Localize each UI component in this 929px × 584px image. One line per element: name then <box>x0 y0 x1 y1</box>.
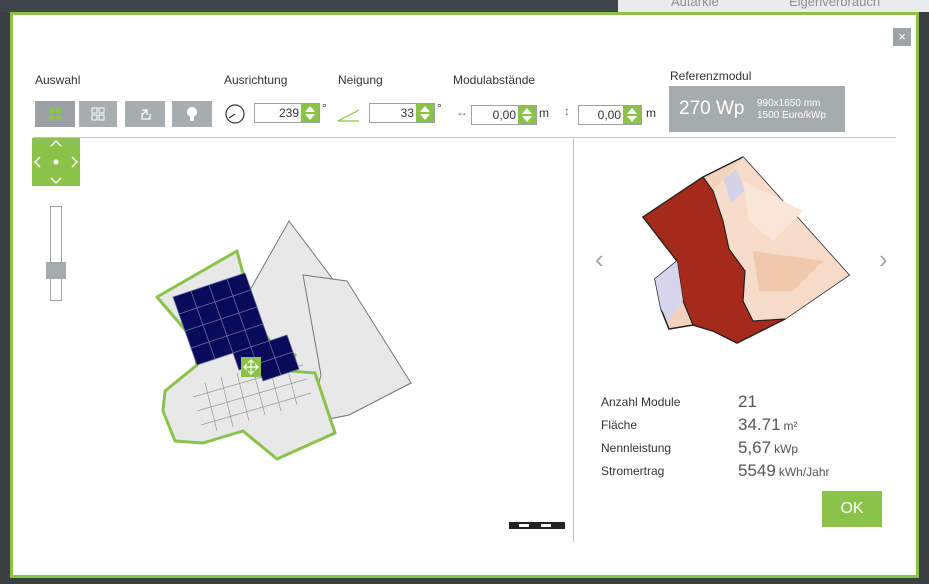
stromertrag-value: 5549 <box>738 461 776 480</box>
ausrichtung-stepper[interactable] <box>301 104 319 122</box>
background-panel: Autarkie Eigenverbrauch <box>618 0 929 12</box>
anzahl-module-value: 21 <box>738 392 757 411</box>
abstand-horizontal-input[interactable]: 0,00 <box>471 105 537 125</box>
roof-plan[interactable] <box>153 215 423 465</box>
lightbulb-icon <box>187 107 197 121</box>
pan-control[interactable] <box>32 138 80 186</box>
module-planner-dialog: × Auswahl Ausrichtung 239 ° Neigung 33 °… <box>10 12 919 578</box>
abstand-horizontal-stepper[interactable] <box>518 106 536 124</box>
next-arrow-icon[interactable]: › <box>879 244 888 275</box>
zoom-slider[interactable] <box>50 206 62 301</box>
select-empty-button[interactable] <box>79 101 117 127</box>
stromertrag-label: Stromertrag <box>601 464 665 478</box>
select-modules-button[interactable] <box>35 101 75 127</box>
background-tab-eigenverbrauch: Eigenverbrauch <box>789 0 881 9</box>
background-tab-autarkie: Autarkie <box>671 0 719 9</box>
neigung-stepper[interactable] <box>416 104 434 122</box>
referenzmodul-label: Referenzmodul <box>670 69 752 83</box>
move-handle-icon[interactable] <box>241 357 261 377</box>
compass-icon <box>225 104 245 124</box>
previous-arrow-icon[interactable]: ‹ <box>595 244 604 275</box>
neigung-input[interactable]: 33 <box>369 103 435 123</box>
nennleistung-unit: kWp <box>774 442 799 456</box>
obstacle-button[interactable] <box>172 101 212 127</box>
abstand-horizontal-unit: m <box>539 106 549 120</box>
neigung-unit: ° <box>437 101 442 115</box>
vertical-spacing-icon: ↕ <box>564 104 570 118</box>
close-button[interactable]: × <box>893 28 911 46</box>
referenzmodul-price: 1500 Euro/kWp <box>757 110 826 121</box>
referenzmodul-power: 270 Wp <box>679 98 745 119</box>
ok-button[interactable]: OK <box>822 491 882 527</box>
anzahl-module-label: Anzahl Module <box>601 395 681 409</box>
nennleistung-label: Nennleistung <box>601 441 672 455</box>
horizontal-spacing-icon: ↔ <box>456 105 468 119</box>
abstand-vertikal-stepper[interactable] <box>623 106 641 124</box>
stromertrag-unit: kWh/Jahr <box>778 465 830 479</box>
abstand-vertikal-unit: m <box>646 106 656 120</box>
ausrichtung-input[interactable]: 239 <box>254 103 320 123</box>
ausrichtung-unit: ° <box>322 101 327 115</box>
flaeche-label: Fläche <box>601 418 638 432</box>
scale-bar <box>509 522 565 529</box>
nennleistung-value: 5,67 <box>738 438 772 457</box>
toolbar-divider <box>33 137 896 138</box>
auswahl-label: Auswahl <box>35 73 81 87</box>
ausrichtung-label: Ausrichtung <box>224 73 288 87</box>
rotate-button[interactable] <box>125 101 165 127</box>
flaeche-value: 34.71 <box>738 415 781 434</box>
modulabstaende-label: Modulabstände <box>453 73 536 87</box>
referenzmodul-box[interactable]: 270 Wp 990x1650 mm 1500 Euro/kWp <box>669 86 845 132</box>
abstand-vertikal-input[interactable]: 0,00 <box>578 105 642 125</box>
referenzmodul-dimensions: 990x1650 mm <box>757 98 821 109</box>
grid-filled-icon <box>49 108 61 120</box>
pan-arrows-icon <box>33 139 79 185</box>
irradiance-heatmap <box>641 156 851 344</box>
flaeche-unit: m² <box>783 419 798 433</box>
slope-icon <box>337 109 360 122</box>
rotate-icon <box>141 109 151 120</box>
zoom-slider-handle[interactable] <box>46 262 66 279</box>
panel-divider <box>573 138 574 542</box>
grid-outline-icon <box>91 107 105 121</box>
neigung-label: Neigung <box>338 73 383 87</box>
